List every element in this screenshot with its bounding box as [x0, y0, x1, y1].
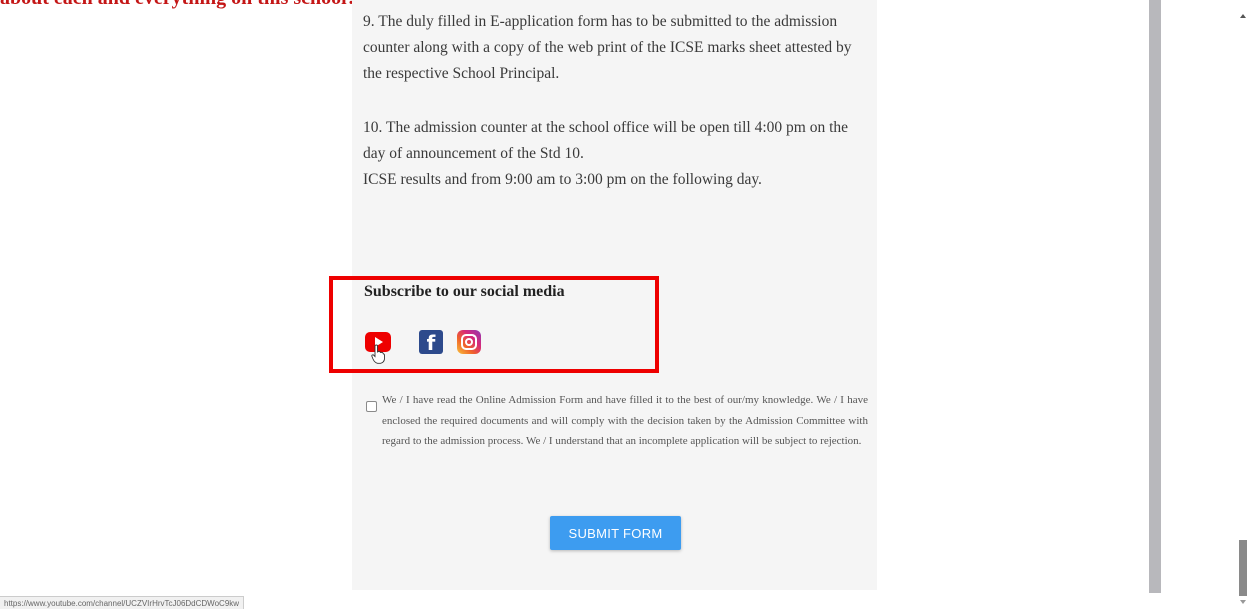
facebook-icon[interactable]: f [419, 330, 443, 355]
hand-cursor-icon [371, 344, 385, 364]
submit-form-button[interactable]: SUBMIT FORM [550, 516, 681, 550]
declaration-checkbox[interactable] [366, 401, 377, 412]
instruction-item-10-continued: ICSE results and from 9:00 am to 3:00 pm… [363, 171, 762, 188]
social-section-title: Subscribe to our social media [364, 283, 565, 300]
page: about each and everything on this school… [0, 0, 1260, 609]
status-bar-url: https://www.youtube.com/channel/UCZVIrHr… [0, 596, 245, 609]
instagram-lens [465, 338, 473, 346]
scroll-up-arrow-icon[interactable] [1240, 14, 1246, 18]
declaration-text: We / I have read the Online Admission Fo… [382, 394, 868, 447]
instagram-dot [473, 335, 475, 337]
window-scrollbar-thumb[interactable] [1239, 540, 1247, 596]
scroll-down-arrow-icon[interactable] [1240, 600, 1246, 604]
window-scrollbar[interactable] [1236, 0, 1250, 609]
instruction-item-10: 10. The admission counter at the school … [363, 119, 849, 162]
instagram-icon[interactable] [457, 330, 481, 354]
instruction-item-9: 9. The duly filled in E-application form… [363, 13, 852, 82]
page-scrollbar-track[interactable] [1149, 0, 1161, 593]
top-heading: about each and everything on this school… [0, 0, 357, 8]
